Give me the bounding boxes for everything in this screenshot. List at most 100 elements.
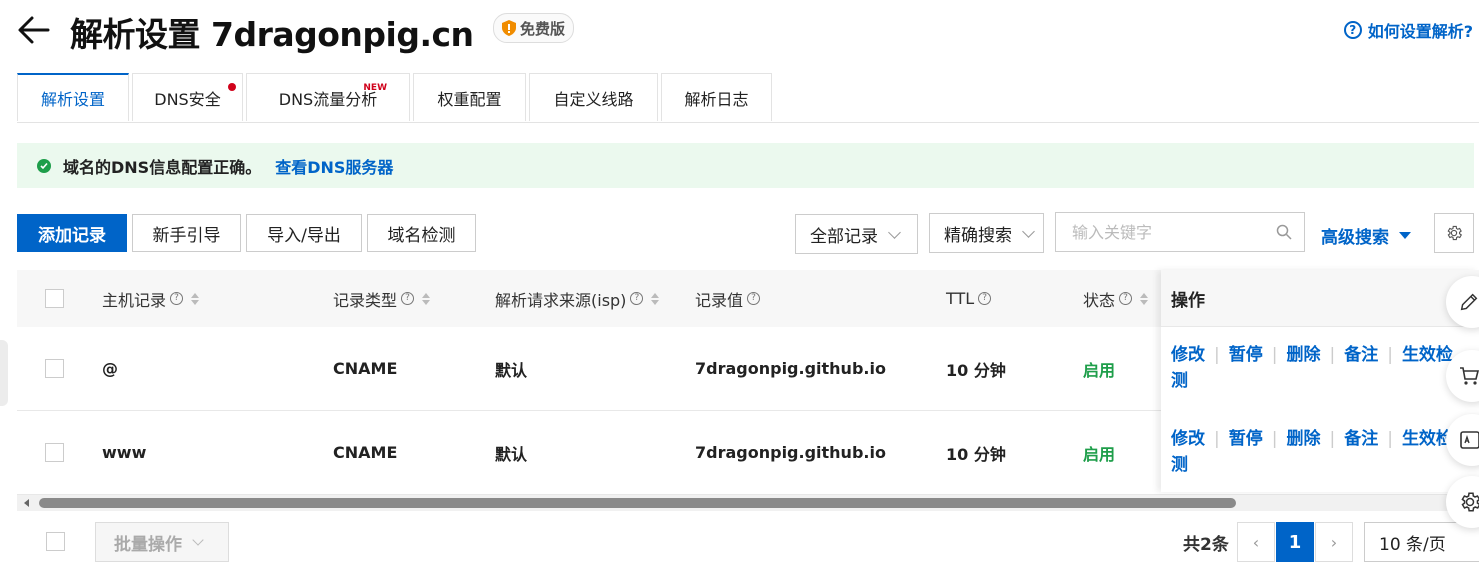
row-checkbox[interactable] [45, 443, 64, 462]
record-filter-value: 全部记录 [810, 226, 878, 247]
cell-status: 启用 [1083, 360, 1116, 380]
notice-message: 域名的DNS信息配置正确。 [63, 157, 262, 177]
import-export-button[interactable]: 导入/导出 [246, 214, 362, 252]
search-mode-select[interactable]: 精确搜索 [929, 213, 1044, 253]
col-value: 记录值? [695, 270, 761, 327]
batch-label: 批量操作 [114, 534, 182, 555]
note-link[interactable]: 备注 [1344, 429, 1378, 449]
search-input[interactable] [1070, 221, 1264, 243]
new-tag: NEW [363, 83, 387, 93]
cell-ttl: 10 分钟 [946, 444, 1006, 464]
info-icon[interactable]: ? [630, 292, 644, 305]
tab-custom-line[interactable]: 自定义线路 [529, 73, 658, 121]
detect-link-text: 测 [1171, 371, 1188, 391]
gear-icon [1447, 225, 1463, 241]
advanced-search-label: 高级搜索 [1321, 228, 1389, 248]
note-link[interactable]: 备注 [1344, 345, 1378, 365]
record-filter-select[interactable]: 全部记录 [795, 214, 918, 254]
info-icon[interactable]: ? [401, 292, 415, 305]
tab-dns-traffic[interactable]: DNS流量分析 NEW [246, 73, 410, 121]
total-count: 共2条 [1183, 535, 1229, 555]
view-dns-servers-link[interactable]: 查看DNS服务器 [275, 154, 393, 178]
cell-type: CNAME [333, 359, 398, 378]
col-ttl: TTL? [946, 270, 992, 327]
table-settings-button[interactable] [1434, 213, 1474, 253]
side-panel-handle[interactable] [0, 340, 8, 406]
select-all-checkbox[interactable] [45, 289, 64, 308]
info-icon[interactable]: ? [170, 292, 184, 305]
domain-check-button[interactable]: 域名检测 [367, 214, 476, 252]
col-isp[interactable]: 解析请求来源(isp)? [495, 270, 660, 327]
notification-dot [228, 83, 236, 91]
search-icon[interactable] [1276, 224, 1292, 240]
scrollbar-thumb[interactable] [39, 498, 1236, 508]
cart-icon [1460, 367, 1479, 385]
cell-host: www [102, 443, 147, 462]
page-size-select[interactable]: 10 条/页 [1364, 522, 1479, 562]
tab-bar: 解析设置 DNS安全 DNS流量分析 NEW 权重配置 自定义线路 解析日志 [17, 73, 775, 123]
help-link[interactable]: ? 如何设置解析? [1343, 18, 1473, 42]
status-notice: 域名的DNS信息配置正确。 查看DNS服务器 [17, 143, 1474, 188]
col-type[interactable]: 记录类型? [333, 270, 431, 327]
col-label: 状态 [1083, 290, 1116, 310]
sort-icon[interactable] [191, 292, 200, 305]
row-checkbox[interactable] [45, 359, 64, 378]
chevron-down-icon [888, 225, 901, 239]
info-icon[interactable]: ? [1119, 292, 1133, 305]
tab-resolve-settings[interactable]: 解析设置 [17, 73, 129, 121]
operations-column: 操作 修改 | 暂停 | 删除 | 备注 | 生效检测 修改 | 暂停 | 删除 | 备注 | 生效检测 [1161, 270, 1479, 492]
cell-value: 7dragonpig.github.io [695, 359, 886, 378]
chevron-down-icon [192, 534, 204, 546]
pencil-icon [1460, 293, 1478, 311]
detect-link-text: 测 [1171, 455, 1188, 475]
add-record-button[interactable]: 添加记录 [17, 214, 127, 252]
tab-label: 自定义线路 [553, 89, 634, 109]
pause-link[interactable]: 暂停 [1229, 429, 1263, 449]
next-page-button[interactable]: › [1315, 522, 1353, 562]
batch-operations-select[interactable]: 批量操作 [95, 522, 229, 562]
page-number-button[interactable]: 1 [1276, 522, 1314, 562]
scroll-left-icon[interactable] [24, 499, 29, 507]
col-label: TTL [946, 289, 975, 308]
select-all-cell [45, 270, 64, 327]
horizontal-scrollbar[interactable] [17, 495, 1479, 511]
gear-icon [1461, 492, 1479, 512]
row-select-cell [45, 411, 64, 494]
prev-page-button[interactable]: ‹ [1237, 522, 1275, 562]
advanced-search-toggle[interactable]: 高级搜索 [1321, 223, 1411, 248]
cell-host: @ [102, 359, 118, 378]
question-icon: ? [1343, 21, 1362, 39]
edit-link[interactable]: 修改 [1171, 429, 1205, 449]
cell-isp: 默认 [495, 360, 528, 380]
col-status[interactable]: 状态? [1083, 270, 1149, 327]
delete-link[interactable]: 删除 [1286, 429, 1320, 449]
col-label: 记录值 [695, 290, 744, 310]
guide-button[interactable]: 新手引导 [132, 214, 241, 252]
sort-icon[interactable] [651, 292, 660, 305]
plan-badge-label: 免费版 [520, 19, 566, 38]
cell-status: 启用 [1083, 444, 1116, 464]
row-actions: 修改 | 暂停 | 删除 | 备注 | 生效检测 [1171, 345, 1453, 391]
cell-value: 7dragonpig.github.io [695, 443, 886, 462]
back-arrow-icon[interactable] [14, 10, 54, 50]
col-host[interactable]: 主机记录? [102, 270, 200, 327]
help-link-label: 如何设置解析? [1367, 22, 1473, 41]
col-ops: 操作 [1161, 270, 1479, 327]
chevron-left-icon: ‹ [1252, 532, 1260, 552]
info-icon[interactable]: ? [747, 292, 761, 305]
tab-dns-security[interactable]: DNS安全 [132, 73, 243, 121]
info-icon[interactable]: ? [978, 292, 992, 305]
footer-select-all-checkbox[interactable] [46, 532, 65, 551]
tab-divider [17, 122, 1479, 123]
sort-icon[interactable] [1140, 292, 1149, 305]
sort-icon[interactable] [422, 292, 431, 305]
delete-link[interactable]: 删除 [1286, 345, 1320, 365]
tab-weight[interactable]: 权重配置 [413, 73, 526, 121]
pause-link[interactable]: 暂停 [1229, 345, 1263, 365]
cell-isp: 默认 [495, 444, 528, 464]
cell-type: CNAME [333, 443, 398, 462]
tab-logs[interactable]: 解析日志 [661, 73, 772, 121]
edit-link[interactable]: 修改 [1171, 345, 1205, 365]
tab-label: 解析设置 [40, 90, 105, 109]
chevron-right-icon: › [1330, 532, 1338, 552]
